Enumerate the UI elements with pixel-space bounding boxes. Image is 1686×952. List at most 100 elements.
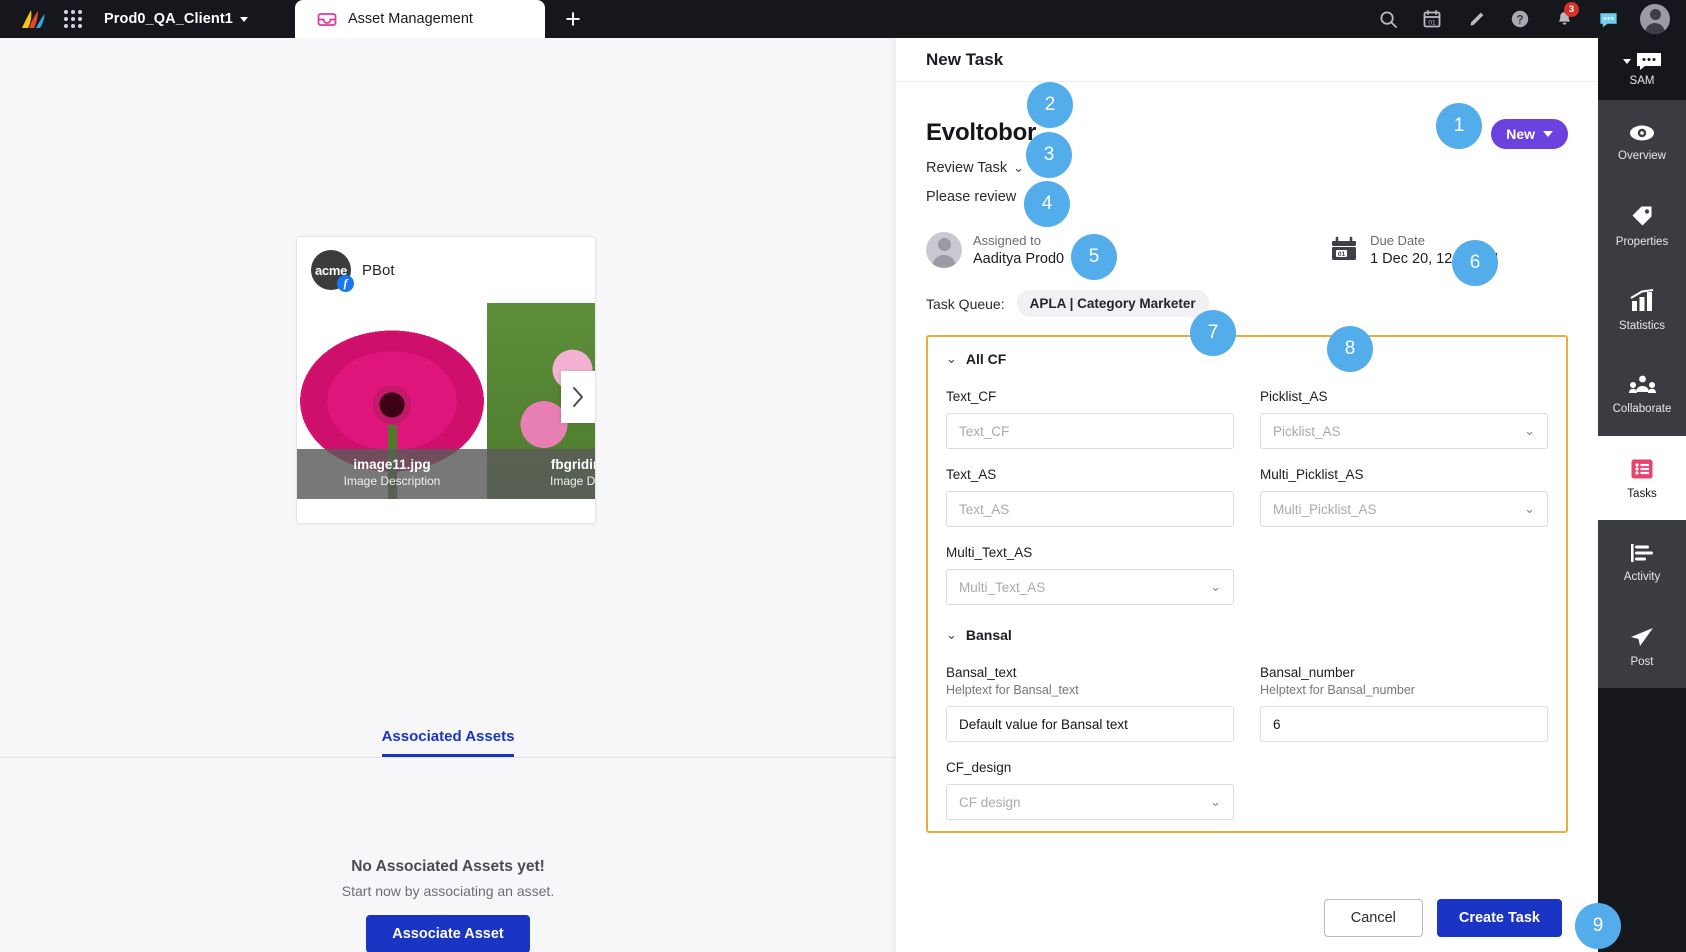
asset-image-name: image11.jpg bbox=[353, 457, 431, 472]
section-title: Bansal bbox=[965, 627, 1012, 643]
callout-badge-1: 1 bbox=[1436, 103, 1482, 149]
sidebar-item-overview[interactable]: Overview bbox=[1598, 100, 1686, 184]
chevron-down-icon: ⌄ bbox=[1210, 794, 1221, 809]
input-placeholder: CF design bbox=[959, 794, 1021, 810]
tab-associated-assets[interactable]: Associated Assets bbox=[381, 728, 515, 757]
activity-icon bbox=[1631, 543, 1653, 562]
sidebar-item-properties[interactable]: Properties bbox=[1598, 184, 1686, 268]
sidebar-item-label: Post bbox=[1630, 655, 1654, 668]
sidebar-item-activity[interactable]: Activity bbox=[1598, 520, 1686, 604]
cancel-button[interactable]: Cancel bbox=[1323, 899, 1423, 937]
asset-content-pane: acme f PBot image11.jpg Image Descriptio… bbox=[0, 38, 896, 952]
bell-icon[interactable]: 3 bbox=[1542, 0, 1586, 38]
bansal-number-input[interactable]: 6 bbox=[1260, 706, 1548, 742]
asset-image-carousel[interactable]: image11.jpg Image Description fbgridimg … bbox=[297, 303, 595, 499]
right-nav-rail: SAM Overview Properties Statistics Colla… bbox=[1598, 38, 1686, 952]
section-header-all-cf[interactable]: ⌄ All CF bbox=[946, 351, 1548, 367]
grid-spacer bbox=[1260, 760, 1548, 820]
brand-name: PBot bbox=[362, 261, 395, 279]
callout-badge-8: 8 bbox=[1327, 326, 1373, 372]
input-value: Default value for Bansal text bbox=[959, 716, 1128, 732]
sidebar-item-label: Tasks bbox=[1627, 487, 1657, 500]
task-type-label: Review Task bbox=[926, 160, 1008, 176]
sidebar-item-tasks[interactable]: Tasks bbox=[1598, 436, 1686, 520]
sidebar-item-post[interactable]: Post bbox=[1598, 604, 1686, 688]
tag-icon bbox=[1632, 206, 1651, 226]
section-title: All CF bbox=[965, 351, 1007, 367]
panel-footer: Cancel Create Task bbox=[896, 884, 1598, 952]
field-label: Text_AS bbox=[946, 467, 997, 482]
sidebar-item-label: Properties bbox=[1615, 236, 1669, 248]
callout-badge-7: 7 bbox=[1190, 310, 1236, 356]
asset-image-tile[interactable]: image11.jpg Image Description bbox=[297, 303, 487, 499]
assignee-field[interactable]: Assigned to Aaditya Prod0 bbox=[926, 232, 1064, 268]
task-list-icon bbox=[1631, 459, 1653, 478]
sidebar-item-label: Statistics bbox=[1618, 319, 1665, 332]
field-helptext: Helptext for Bansal_text bbox=[946, 683, 1079, 697]
edit-icon[interactable] bbox=[1454, 0, 1498, 38]
section-header-bansal[interactable]: ⌄ Bansal bbox=[946, 627, 1548, 643]
asset-image-caption: image11.jpg Image Description bbox=[297, 449, 487, 499]
chevron-down-icon: ⌄ bbox=[946, 351, 957, 366]
associate-asset-button[interactable]: Associate Asset bbox=[366, 915, 530, 952]
text-cf-input[interactable]: Text_CF bbox=[946, 413, 1234, 449]
chat-icon[interactable] bbox=[1586, 0, 1630, 38]
rail-group-primary: Overview Properties Statistics Collabora… bbox=[1598, 100, 1686, 436]
task-title: Evoltobor bbox=[926, 119, 1037, 146]
chevron-down-icon bbox=[1622, 58, 1631, 64]
send-icon bbox=[1631, 627, 1653, 646]
app-grid-icon[interactable] bbox=[64, 10, 82, 28]
facebook-icon: f bbox=[337, 275, 354, 292]
field-label: Bansal_number bbox=[1260, 665, 1355, 680]
field-label: Picklist_AS bbox=[1260, 389, 1328, 404]
new-tab-button[interactable]: + bbox=[545, 0, 601, 38]
field-label: Multi_Picklist_AS bbox=[1260, 467, 1364, 482]
asset-preview-card[interactable]: acme f PBot image11.jpg Image Descriptio… bbox=[296, 236, 596, 524]
search-icon[interactable] bbox=[1366, 0, 1410, 38]
field-bansal-number: Bansal_number Helptext for Bansal_number… bbox=[1260, 665, 1548, 742]
sidebar-item-statistics[interactable]: Statistics bbox=[1598, 268, 1686, 352]
carousel-next-button[interactable] bbox=[561, 371, 595, 423]
sidebar-item-collaborate[interactable]: Collaborate bbox=[1598, 352, 1686, 436]
input-placeholder: Multi_Text_AS bbox=[959, 579, 1046, 595]
bansal-text-input[interactable]: Default value for Bansal text bbox=[946, 706, 1234, 742]
empty-state-subtitle: Start now by associating an asset. bbox=[341, 883, 555, 899]
bansal-grid: Bansal_text Helptext for Bansal_text Def… bbox=[946, 647, 1548, 820]
help-icon[interactable]: ? bbox=[1498, 0, 1542, 38]
all-cf-grid: Text_CF Text_CF Picklist_AS Picklist_AS … bbox=[946, 371, 1548, 605]
chevron-down-icon bbox=[239, 16, 248, 22]
brand-avatar: acme f bbox=[311, 250, 354, 292]
chevron-down-icon: ⌄ bbox=[946, 627, 957, 642]
field-label: Multi_Text_AS bbox=[946, 545, 1033, 560]
tab-asset-management[interactable]: Asset Management bbox=[295, 0, 545, 38]
panel-body: Evoltobor New Review Task ⌄ Please revie… bbox=[896, 82, 1598, 833]
sam-section[interactable]: SAM bbox=[1598, 38, 1686, 100]
task-status-dropdown[interactable]: New bbox=[1491, 119, 1568, 149]
field-bansal-text: Bansal_text Helptext for Bansal_text Def… bbox=[946, 665, 1234, 742]
tab-label: Asset Management bbox=[348, 11, 473, 27]
callout-badge-4: 4 bbox=[1024, 181, 1070, 227]
asset-image-desc: Image Desc bbox=[549, 474, 596, 488]
task-type-dropdown[interactable]: Review Task ⌄ bbox=[926, 160, 1568, 176]
bar-chart-icon bbox=[1630, 288, 1654, 311]
picklist-as-select[interactable]: Picklist_AS ⌄ bbox=[1260, 413, 1548, 449]
calendar-icon[interactable]: 01 bbox=[1410, 0, 1454, 38]
avatar bbox=[926, 232, 962, 268]
client-selector[interactable]: Prod0_QA_Client1 bbox=[104, 11, 248, 27]
callout-badge-9: 9 bbox=[1575, 903, 1621, 949]
text-as-input[interactable]: Text_AS bbox=[946, 491, 1234, 527]
field-label: Bansal_text bbox=[946, 665, 1017, 680]
associated-assets-tabbar: Associated Assets bbox=[0, 728, 896, 758]
field-label: CF_design bbox=[946, 760, 1012, 775]
app-logo-icon[interactable] bbox=[16, 7, 50, 31]
multi-text-as-select[interactable]: Multi_Text_AS ⌄ bbox=[946, 569, 1234, 605]
multi-picklist-as-select[interactable]: Multi_Picklist_AS ⌄ bbox=[1260, 491, 1548, 527]
cf-design-select[interactable]: CF design ⌄ bbox=[946, 784, 1234, 820]
task-queue-chip[interactable]: APLA | Category Marketer bbox=[1016, 290, 1209, 317]
field-multi-text-as: Multi_Text_AS Multi_Text_AS ⌄ bbox=[946, 545, 1234, 605]
asset-image-caption: fbgridimg Image Desc bbox=[487, 449, 596, 499]
account-icon[interactable] bbox=[1640, 4, 1670, 34]
field-text-as: Text_AS Text_AS bbox=[946, 467, 1234, 527]
create-task-button[interactable]: Create Task bbox=[1436, 899, 1562, 937]
sidebar-item-label: Collaborate bbox=[1612, 402, 1672, 415]
